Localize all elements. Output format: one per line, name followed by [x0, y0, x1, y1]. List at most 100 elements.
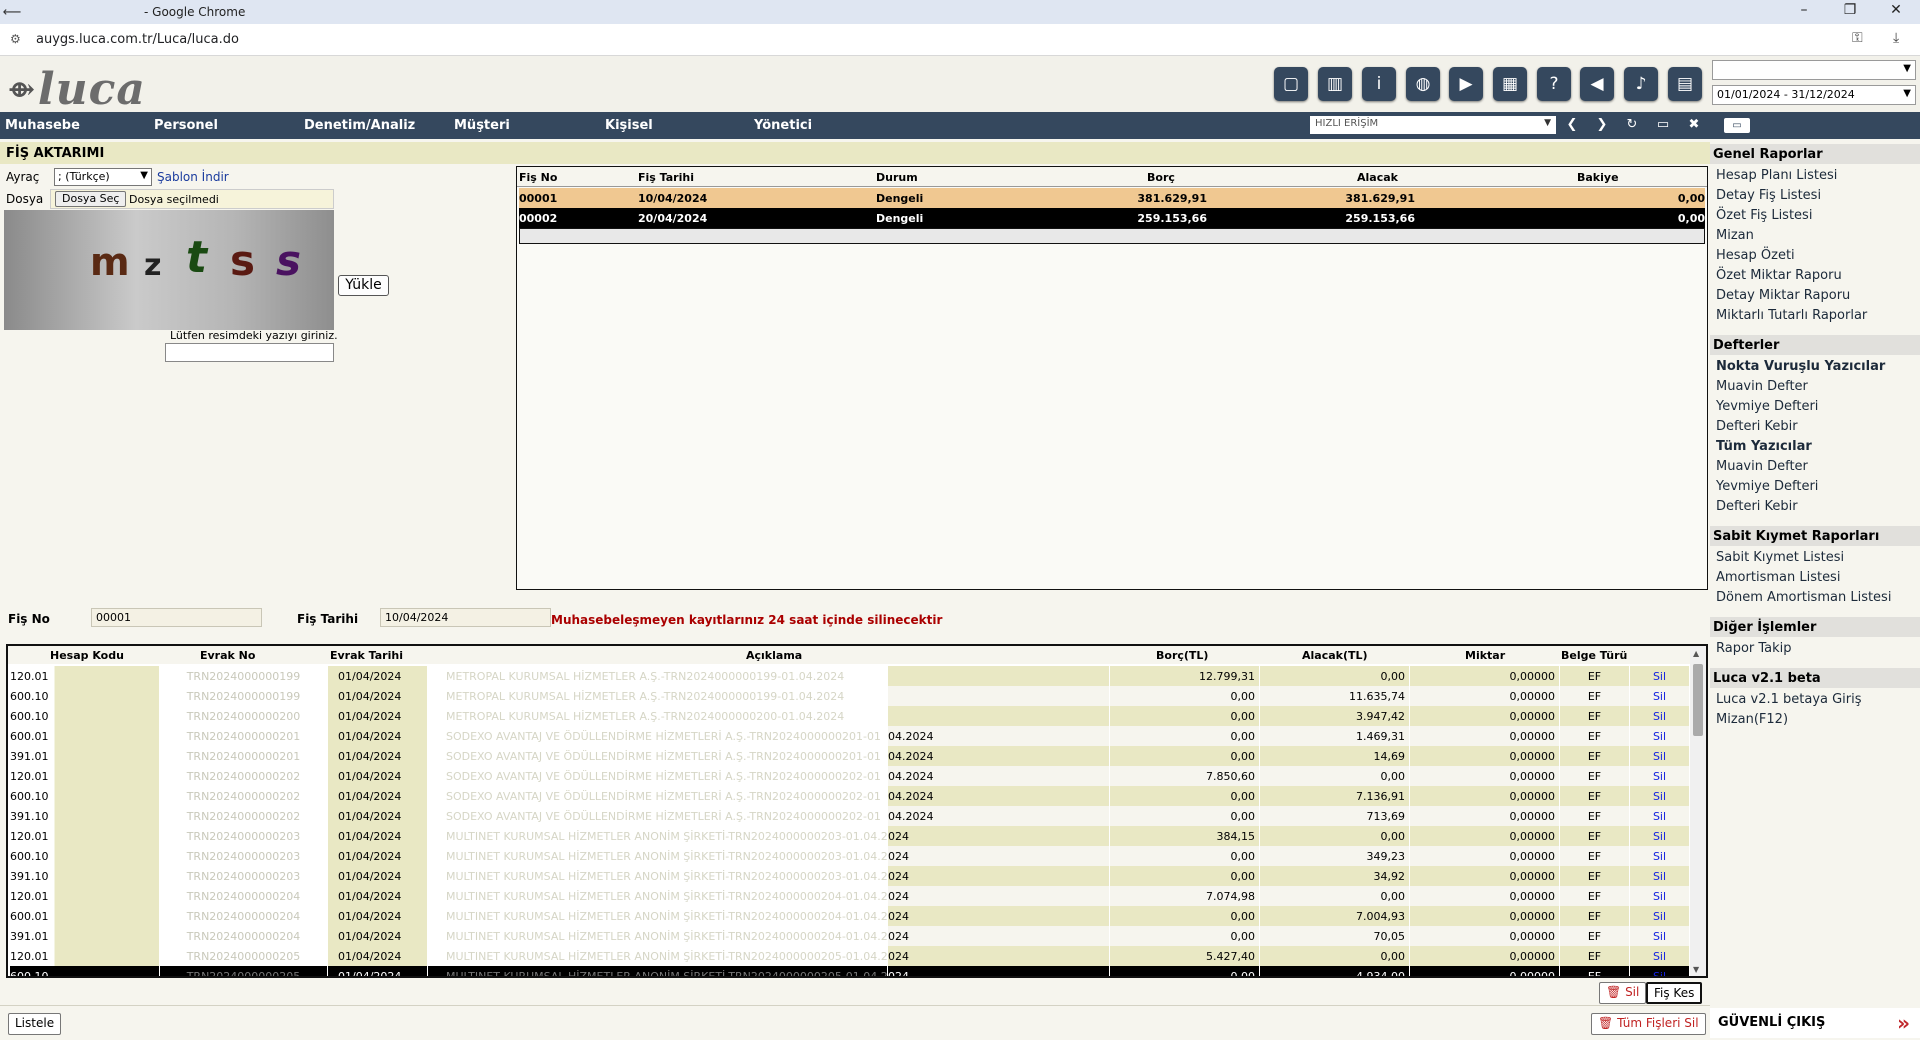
sidebar-item[interactable]: Detay Miktar Raporu	[1716, 288, 1850, 303]
col-header[interactable]: Fiş No	[519, 171, 557, 184]
table-row[interactable]: 391.10 TRN2024000000202 01/04/2024 SODEXO A…	[8, 806, 1690, 826]
table-row[interactable]: 600.10 TRN2024000000199 01/04/2024 METROPAL…	[8, 686, 1690, 706]
sidebar-item[interactable]: Mizan	[1716, 228, 1754, 243]
nav-item-personel[interactable]: Personel	[154, 118, 218, 133]
delete-row-link[interactable]: Sil	[1630, 826, 1690, 846]
megaphone-icon[interactable]: ◀	[1580, 67, 1614, 101]
refresh-icon[interactable]: ↻	[1623, 117, 1641, 132]
col-header[interactable]: Evrak No	[200, 649, 255, 662]
table-row[interactable]: 120.01 TRN2024000000205 01/04/2024 MULTINET…	[8, 946, 1690, 966]
sidebar-item[interactable]: Rapor Takip	[1716, 641, 1792, 656]
period-select[interactable]: 01/01/2024 - 31/12/2024 ▼	[1712, 85, 1916, 105]
bell-icon[interactable]: ♪	[1624, 67, 1658, 101]
delete-row-link[interactable]: Sil	[1630, 786, 1690, 806]
notes-icon[interactable]: ▢	[1274, 67, 1308, 101]
table-row[interactable]: 600.10 TRN2024000000205 01/04/2024 MULTINET…	[8, 966, 1690, 976]
col-header[interactable]: Açıklama	[746, 649, 802, 662]
upload-button[interactable]: Yükle	[338, 275, 389, 296]
detail-scrollbar[interactable]: ▲ ▼	[1690, 646, 1706, 976]
download-icon[interactable]: ⤓	[1893, 30, 1899, 46]
delete-row-link[interactable]: Sil	[1630, 926, 1690, 946]
help-icon[interactable]: ?	[1537, 67, 1571, 101]
sidebar-item[interactable]: Yevmiye Defteri	[1716, 479, 1818, 494]
delete-row-link[interactable]: Sil	[1630, 866, 1690, 886]
voucher-row[interactable]: 00001 10/04/2024 Dengeli 381.629,91 381.…	[519, 188, 1705, 208]
col-header[interactable]: Bakiye	[1577, 171, 1619, 184]
table-row[interactable]: 600.01 TRN2024000000201 01/04/2024 SODEXO A…	[8, 726, 1690, 746]
company-select[interactable]: ▼	[1712, 60, 1916, 80]
table-row[interactable]: 120.01 TRN2024000000202 01/04/2024 SODEXO A…	[8, 766, 1690, 786]
sidebar-item[interactable]: Yevmiye Defteri	[1716, 399, 1818, 414]
table-row[interactable]: 600.10 TRN2024000000200 01/04/2024 METROPAL…	[8, 706, 1690, 726]
separator-select[interactable]: ; (Türkçe) ▼	[54, 168, 152, 186]
sidebar-item[interactable]: Defteri Kebir	[1716, 499, 1798, 514]
key-icon[interactable]: ⚿	[1852, 30, 1863, 46]
table-row[interactable]: 120.01 TRN2024000000204 01/04/2024 MULTINET…	[8, 886, 1690, 906]
scroll-down-icon[interactable]: ▼	[1693, 965, 1699, 974]
nav-item-muhasebe[interactable]: Muhasebe	[5, 118, 80, 133]
sidebar-item[interactable]: Dönem Amortisman Listesi	[1716, 590, 1891, 605]
choose-file-button[interactable]: Dosya Seç	[55, 191, 127, 207]
col-header[interactable]: Alacak(TL)	[1302, 649, 1368, 662]
youtube-icon[interactable]: ▶	[1449, 67, 1483, 101]
window-icon[interactable]: ▭	[1654, 117, 1672, 132]
sidebar-item[interactable]: Defteri Kebir	[1716, 419, 1798, 434]
col-header[interactable]: Alacak	[1357, 171, 1398, 184]
captcha-input[interactable]	[165, 343, 334, 362]
voucher-row[interactable]: 00002 20/04/2024 Dengeli 259.153,66 259.…	[519, 208, 1705, 228]
voucher-no-field[interactable]: 00001	[91, 608, 262, 627]
sidebar-item[interactable]: Detay Fiş Listesi	[1716, 188, 1821, 203]
nav-back-icon[interactable]: ❮	[1563, 117, 1581, 132]
sidebar-item[interactable]: Mizan(F12)	[1716, 712, 1788, 727]
voucher-date-field[interactable]: 10/04/2024	[380, 608, 551, 627]
table-row[interactable]: 391.01 TRN2024000000204 01/04/2024 MULTINET…	[8, 926, 1690, 946]
delete-row-link[interactable]: Sil	[1630, 666, 1690, 686]
sidebar-item[interactable]: Miktarlı Tutarlı Raporlar	[1716, 308, 1867, 323]
minimize-button[interactable]: –	[1784, 2, 1824, 22]
close-tab-icon[interactable]: ✖	[1685, 117, 1703, 132]
template-download-link[interactable]: Şablon İndir	[157, 170, 229, 184]
url-text[interactable]: auygs.luca.com.tr/Luca/luca.do	[36, 32, 239, 47]
sidebar-item[interactable]: Sabit Kıymet Listesi	[1716, 550, 1844, 565]
col-header[interactable]: Belge Türü	[1561, 649, 1627, 662]
nav-forward-icon[interactable]: ❯	[1593, 117, 1611, 132]
col-header[interactable]: Fiş Tarihi	[638, 171, 694, 184]
screen-toggle-icon[interactable]: ▭	[1724, 118, 1750, 133]
delete-row-link[interactable]: Sil	[1630, 946, 1690, 966]
col-header[interactable]: Durum	[876, 171, 918, 184]
delete-row-link[interactable]: Sil	[1630, 966, 1690, 976]
delete-row-link[interactable]: Sil	[1630, 846, 1690, 866]
delete-row-link[interactable]: Sil	[1630, 706, 1690, 726]
list-button[interactable]: Listele	[8, 1013, 62, 1035]
nav-item-kisisel[interactable]: Kişisel	[605, 118, 653, 133]
table-row[interactable]: 120.01 TRN2024000000203 01/04/2024 MULTINET…	[8, 826, 1690, 846]
luca-logo[interactable]: ⟴luca	[8, 64, 146, 115]
newspaper-icon[interactable]: ▤	[1668, 67, 1702, 101]
table-row[interactable]: 600.01 TRN2024000000204 01/04/2024 MULTINET…	[8, 906, 1690, 926]
sidebar-item[interactable]: Muavin Defter	[1716, 379, 1808, 394]
file-input[interactable]: Dosya Seç Dosya seçilmedi	[50, 189, 334, 209]
close-window-button[interactable]: ✕	[1876, 2, 1916, 22]
sidebar-item[interactable]: Hesap Planı Listesi	[1716, 168, 1837, 183]
sidebar-item[interactable]: Amortisman Listesi	[1716, 570, 1840, 585]
nav-item-yonetici[interactable]: Yönetici	[754, 118, 812, 133]
nav-item-denetim[interactable]: Denetim/Analiz	[304, 118, 415, 133]
restore-button[interactable]: ❐	[1830, 2, 1870, 22]
nav-item-musteri[interactable]: Müşteri	[454, 118, 510, 133]
col-header[interactable]: Miktar	[1465, 649, 1505, 662]
scroll-up-icon[interactable]: ▲	[1693, 649, 1699, 658]
col-header[interactable]: Borç(TL)	[1156, 649, 1208, 662]
sidebar-item[interactable]: Luca v2.1 betaya Giriş	[1716, 692, 1862, 707]
info-icon[interactable]: i	[1362, 67, 1396, 101]
sidebar-item[interactable]: Hesap Özeti	[1716, 248, 1795, 263]
cut-voucher-button[interactable]: Fiş Kes	[1646, 982, 1703, 1004]
sidebar-item[interactable]: Özet Miktar Raporu	[1716, 268, 1842, 283]
scroll-thumb[interactable]	[1693, 664, 1703, 736]
site-info-icon[interactable]: ⚙	[10, 32, 21, 46]
delete-row-link[interactable]: Sil	[1630, 906, 1690, 926]
delete-row-link[interactable]: Sil	[1630, 806, 1690, 826]
col-header[interactable]: Hesap Kodu	[50, 649, 124, 662]
delete-row-link[interactable]: Sil	[1630, 746, 1690, 766]
logout-button[interactable]: GÜVENLİ ÇIKIŞ »	[1710, 1008, 1920, 1038]
delete-button[interactable]: 🗑 Sil	[1599, 982, 1647, 1004]
